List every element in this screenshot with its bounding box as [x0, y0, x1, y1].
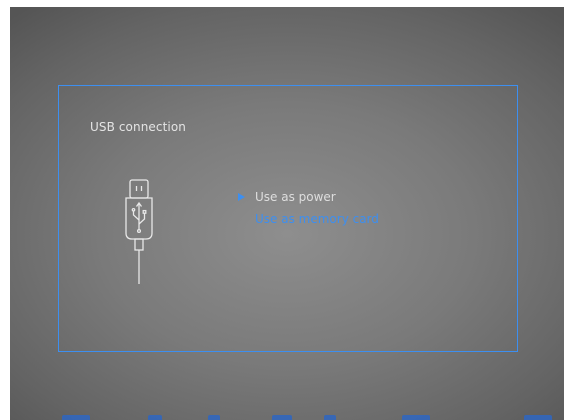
- use-as-power-option[interactable]: Use as power: [233, 187, 379, 207]
- usb-mode-menu: Use as power Use as memory card: [233, 187, 379, 229]
- usb-connection-dialog: USB connection Use as power Use as memor…: [58, 85, 518, 352]
- selection-caret-icon: [238, 193, 245, 201]
- usb-cable-icon: [121, 177, 159, 289]
- status-bar: [10, 404, 564, 420]
- device-screen: USB connection Use as power Use as memor…: [10, 7, 564, 420]
- status-icon-4: [272, 415, 292, 420]
- status-icon-2: [148, 415, 162, 420]
- status-icon-6: [402, 415, 430, 420]
- use-as-memory-card-option[interactable]: Use as memory card: [233, 209, 379, 229]
- status-icon-5: [324, 415, 336, 420]
- battery-icon: [524, 415, 552, 420]
- status-icon-3: [208, 415, 220, 420]
- dialog-title: USB connection: [90, 120, 186, 134]
- use-as-power-label: Use as power: [255, 190, 336, 204]
- use-as-memory-card-label: Use as memory card: [255, 212, 379, 226]
- status-icon-1: [62, 415, 90, 420]
